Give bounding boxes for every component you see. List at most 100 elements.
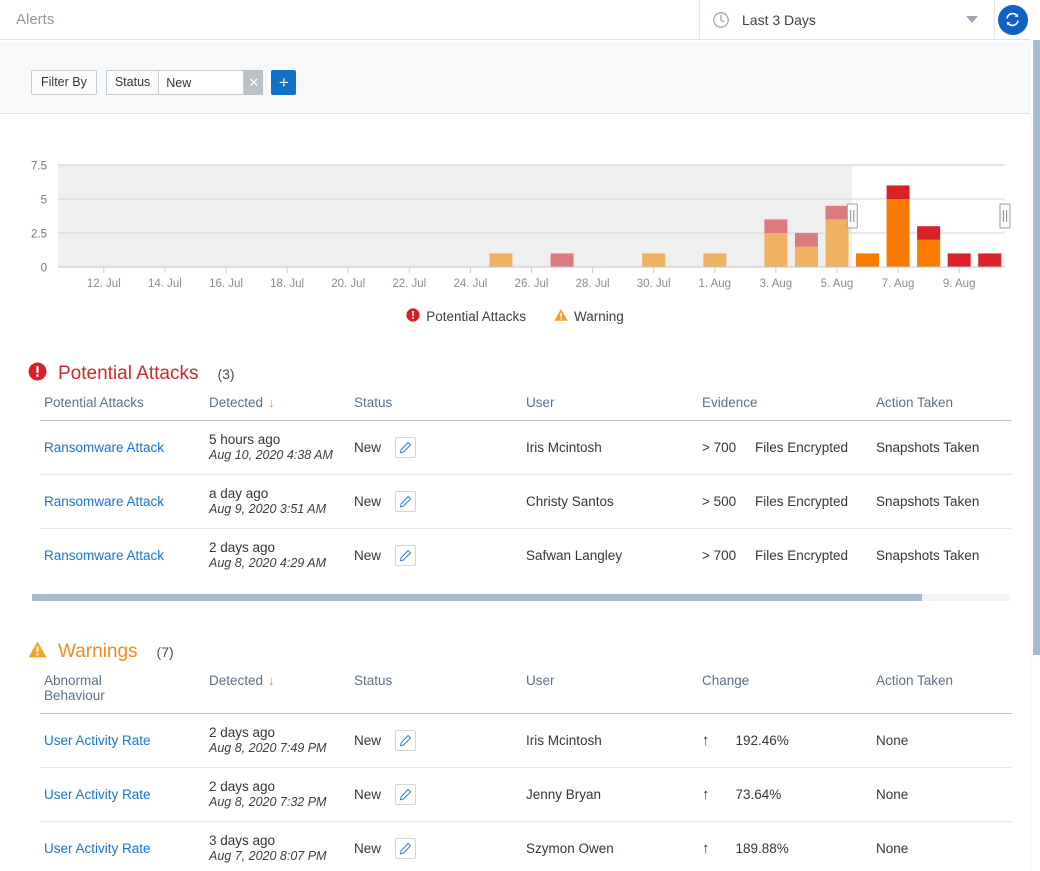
chart-bar-warning[interactable] xyxy=(825,219,848,267)
alerts-timeline-chart[interactable]: 02.557.512. Jul14. Jul16. Jul18. Jul20. … xyxy=(0,114,1030,339)
chart-bar-potential-attack[interactable] xyxy=(795,233,818,247)
x-axis-tick-label: 12. Jul xyxy=(87,278,121,290)
chart-bar-warning[interactable] xyxy=(764,233,787,267)
cell-status: New xyxy=(350,768,522,822)
table-row[interactable]: User Activity Rate3 days agoAug 7, 2020 … xyxy=(40,822,1012,871)
refresh-button[interactable] xyxy=(998,5,1028,35)
chart-bar-warning[interactable] xyxy=(887,199,910,267)
column-header-status[interactable]: Status xyxy=(350,386,522,421)
table-header-row: Abnormal Behaviour Detected↓ Status User… xyxy=(40,664,1012,714)
column-header-detected[interactable]: Detected↓ xyxy=(205,386,350,421)
cell-action-taken: Snapshots Taken xyxy=(872,475,1012,529)
v-scrollbar-thumb[interactable] xyxy=(1033,40,1040,655)
table-row[interactable]: User Activity Rate 2 days agoAug 8, 2020 … xyxy=(40,714,1012,768)
cell-attack-name: Ransomware Attack xyxy=(40,529,205,583)
cell-user: Iris Mcintosh xyxy=(522,421,698,475)
warnings-table-wrap: Abnormal Behaviour Detected↓ Status User… xyxy=(0,664,1030,871)
column-header-action-taken[interactable]: Action Taken xyxy=(872,386,1012,421)
chart-bar-potential-attack[interactable] xyxy=(917,226,940,240)
attack-name-link[interactable]: Ransomware Attack xyxy=(44,494,164,509)
chart-svg[interactable]: 02.557.512. Jul14. Jul16. Jul18. Jul20. … xyxy=(0,114,1030,304)
x-axis-tick-label: 5. Aug xyxy=(821,278,854,290)
y-axis-tick-label: 5 xyxy=(41,195,47,207)
cell-action-taken: None xyxy=(872,822,1012,871)
behaviour-name-link[interactable]: User Activity Rate xyxy=(44,841,151,856)
pencil-icon[interactable] xyxy=(395,784,416,805)
x-axis-tick-label: 20. Jul xyxy=(331,278,365,290)
y-axis-tick-label: 2.5 xyxy=(31,229,47,241)
legend-item-potential-attacks[interactable]: Potential Attacks xyxy=(406,308,526,325)
pencil-icon[interactable] xyxy=(395,838,416,859)
detected-absolute: Aug 9, 2020 3:51 AM xyxy=(209,502,346,516)
detected-absolute: Aug 8, 2020 7:32 PM xyxy=(209,795,346,809)
status-badge: New xyxy=(354,787,381,802)
column-header-change[interactable]: Change xyxy=(698,664,872,714)
date-range-selector[interactable]: Last 3 Days xyxy=(700,0,995,39)
alert-circle-icon xyxy=(406,308,420,325)
column-header-potential-attacks[interactable]: Potential Attacks xyxy=(40,386,205,421)
h-scrollbar-thumb[interactable] xyxy=(32,594,922,601)
filter-group: Filter By Status ✕ + xyxy=(31,70,296,95)
pencil-icon[interactable] xyxy=(395,491,416,512)
status-badge: New xyxy=(354,494,381,509)
column-header-status[interactable]: Status xyxy=(350,664,522,714)
pencil-icon[interactable] xyxy=(395,437,416,458)
chart-bar-potential-attack[interactable] xyxy=(887,185,910,199)
chart-bar-warning[interactable] xyxy=(703,253,726,267)
pencil-icon[interactable] xyxy=(395,545,416,566)
filter-by-button[interactable]: Filter By xyxy=(31,70,97,95)
status-badge: New xyxy=(354,733,381,748)
behaviour-name-link[interactable]: User Activity Rate xyxy=(44,733,151,748)
table-row[interactable]: Ransomware Attack2 days agoAug 8, 2020 4… xyxy=(40,529,1012,583)
column-header-abnormal-behaviour[interactable]: Abnormal Behaviour xyxy=(40,664,205,714)
chart-bar-warning[interactable] xyxy=(642,253,665,267)
filter-value-input[interactable] xyxy=(158,70,244,95)
chart-bar-potential-attack[interactable] xyxy=(978,253,1001,267)
x-axis-tick-label: 26. Jul xyxy=(515,278,549,290)
warnings-section: Warnings (7) Abnormal Behaviour Det xyxy=(0,640,1030,871)
add-filter-button[interactable]: + xyxy=(271,70,296,95)
attack-name-link[interactable]: Ransomware Attack xyxy=(44,548,164,563)
chart-bar-potential-attack[interactable] xyxy=(948,253,971,267)
attack-name-link[interactable]: Ransomware Attack xyxy=(44,440,164,455)
brush-handle-icon[interactable] xyxy=(1000,204,1010,228)
cell-action-taken: None xyxy=(872,768,1012,822)
v-scrollbar[interactable] xyxy=(1030,40,1040,871)
cell-user: Jenny Bryan xyxy=(522,768,698,822)
table-row[interactable]: Ransomware Attack5 hours agoAug 10, 2020… xyxy=(40,421,1012,475)
chart-bar-warning[interactable] xyxy=(489,253,512,267)
chart-bar-warning[interactable] xyxy=(795,247,818,267)
behaviour-name-link[interactable]: User Activity Rate xyxy=(44,787,151,802)
cell-evidence: > 700Files Encrypted xyxy=(698,421,872,475)
brush-handle-icon[interactable] xyxy=(847,204,857,228)
warning-triangle-icon xyxy=(28,640,47,664)
chart-bar-warning[interactable] xyxy=(856,253,879,267)
table-row[interactable]: Ransomware Attacka day agoAug 9, 2020 3:… xyxy=(40,475,1012,529)
close-icon[interactable]: ✕ xyxy=(244,70,263,95)
cell-detected: 2 days agoAug 8, 2020 7:49 PM xyxy=(205,714,350,768)
pencil-icon[interactable] xyxy=(395,730,416,751)
chart-bar-potential-attack[interactable] xyxy=(764,219,787,233)
column-header-evidence[interactable]: Evidence xyxy=(698,386,872,421)
evidence-text: Files Encrypted xyxy=(755,440,848,455)
column-header-user[interactable]: User xyxy=(522,386,698,421)
cell-user: Safwan Langley xyxy=(522,529,698,583)
detected-absolute: Aug 7, 2020 8:07 PM xyxy=(209,849,346,863)
table-row[interactable]: User Activity Rate2 days agoAug 8, 2020 … xyxy=(40,768,1012,822)
status-badge: New xyxy=(354,841,381,856)
column-header-detected[interactable]: Detected↓ xyxy=(205,664,350,714)
chart-bar-potential-attack[interactable] xyxy=(551,253,574,267)
chart-bar-potential-attack[interactable] xyxy=(825,206,848,220)
x-axis-tick-label: 9. Aug xyxy=(943,278,976,290)
cell-evidence: > 700Files Encrypted xyxy=(698,529,872,583)
column-header-user[interactable]: User xyxy=(522,664,698,714)
column-header-action-taken[interactable]: Action Taken xyxy=(872,664,1012,714)
column-label-line2: Behaviour xyxy=(44,688,105,703)
chevron-down-icon[interactable] xyxy=(966,16,978,23)
change-value: 189.88% xyxy=(736,841,789,856)
filter-chip-key[interactable]: Status xyxy=(106,70,158,95)
legend-item-warning[interactable]: Warning xyxy=(554,308,624,325)
h-scrollbar[interactable] xyxy=(32,594,1010,601)
chart-bar-warning[interactable] xyxy=(917,240,940,267)
potential-attacks-table: Potential Attacks Detected↓ Status User … xyxy=(40,386,1012,582)
